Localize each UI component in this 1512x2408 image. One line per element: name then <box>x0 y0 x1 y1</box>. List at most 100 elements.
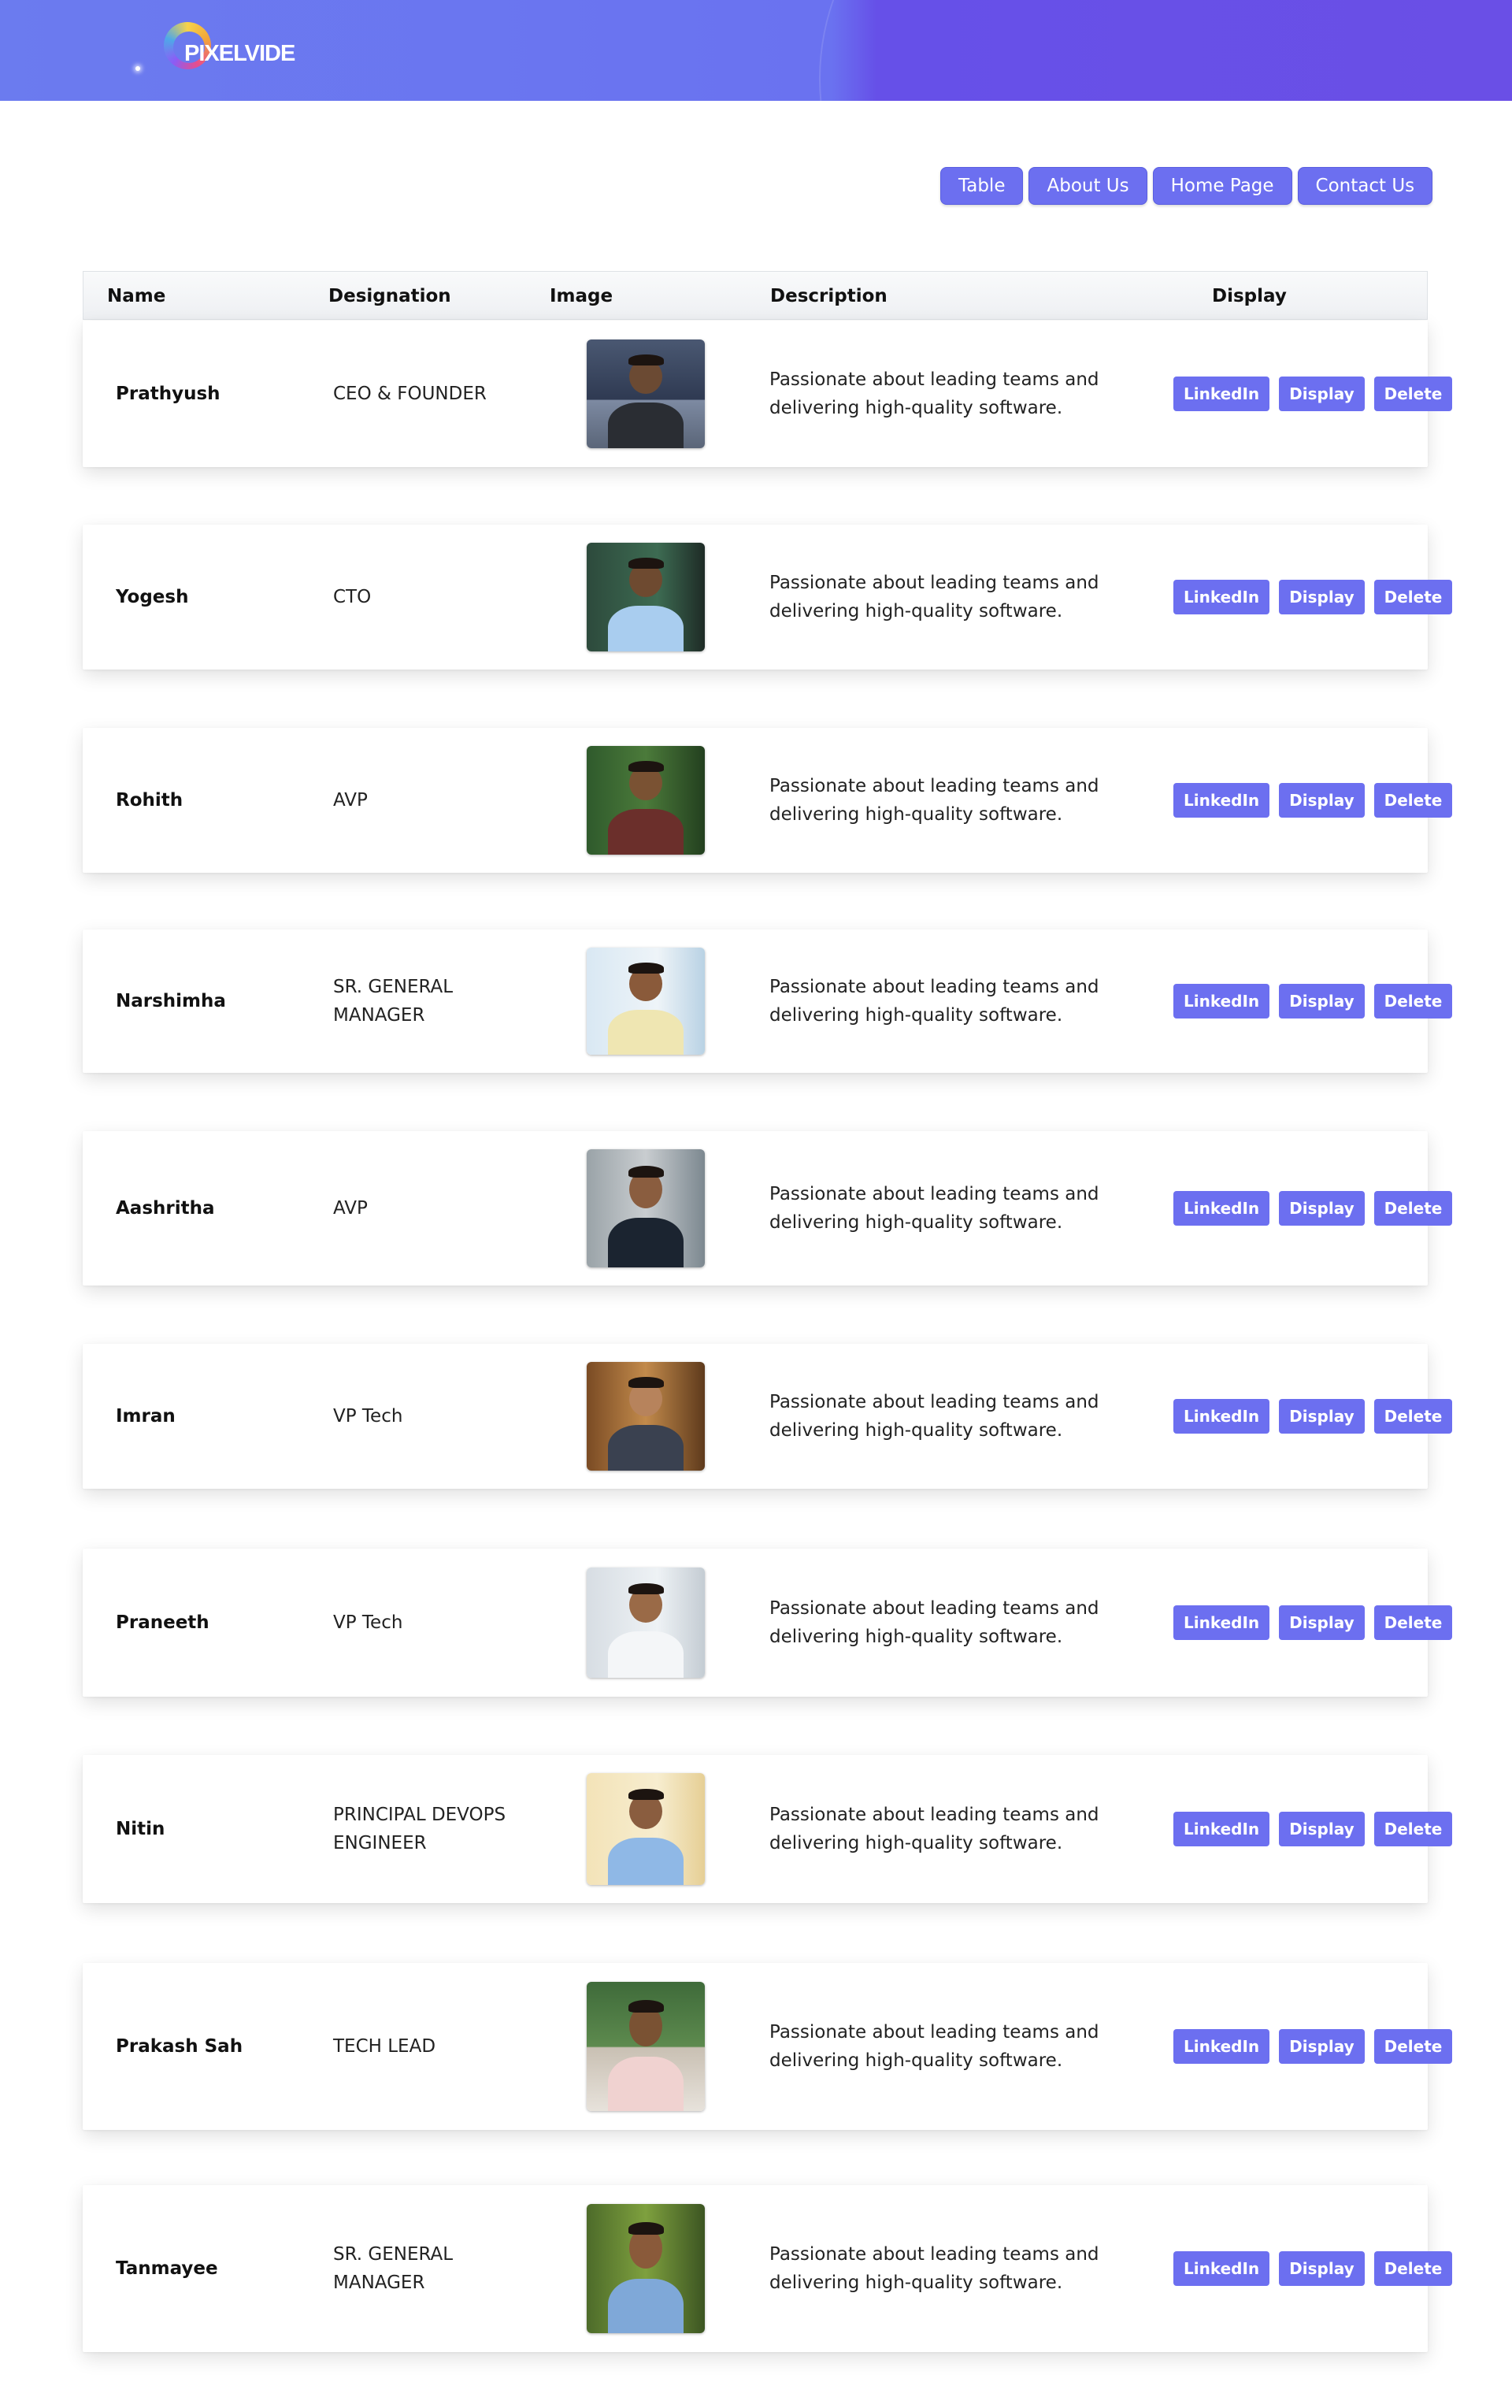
member-name: Yogesh <box>116 587 189 607</box>
member-name: Nitin <box>116 1819 165 1839</box>
display-button[interactable]: Display <box>1279 2029 1365 2064</box>
nav-contact-us-button[interactable]: Contact Us <box>1297 167 1433 205</box>
linkedin-button[interactable]: LinkedIn <box>1173 377 1270 411</box>
delete-button[interactable]: Delete <box>1373 984 1453 1018</box>
column-header-name: Name <box>107 286 166 306</box>
nav-about-us-button[interactable]: About Us <box>1028 167 1147 205</box>
member-description: Passionate about leading teams and deliv… <box>769 977 1099 1026</box>
member-photo <box>587 339 705 448</box>
member-description: Passionate about leading teams and deliv… <box>769 1805 1099 1853</box>
delete-button[interactable]: Delete <box>1373 1399 1453 1434</box>
member-designation: AVP <box>333 1198 368 1219</box>
linkedin-button[interactable]: LinkedIn <box>1173 1399 1270 1434</box>
row-actions: LinkedIn Display Delete <box>1173 1399 1453 1434</box>
member-photo <box>587 1982 705 2111</box>
row-actions: LinkedIn Display Delete <box>1173 580 1453 614</box>
brand-logo[interactable]: PIXELVIDE <box>135 19 309 79</box>
portrait-figure <box>587 543 705 651</box>
member-description: Passionate about leading teams and deliv… <box>769 776 1099 825</box>
member-photo <box>587 1568 705 1678</box>
linkedin-button[interactable]: LinkedIn <box>1173 580 1270 614</box>
display-button[interactable]: Display <box>1279 1399 1365 1434</box>
table-row: Narshimha SR. GENERAL MANAGER Passionate … <box>83 929 1453 1073</box>
member-name: Aashritha <box>116 1198 215 1219</box>
linkedin-button[interactable]: LinkedIn <box>1173 783 1270 818</box>
logo-sparkle-icon <box>135 66 140 71</box>
table-row: Imran VP Tech Passionate about leading te… <box>83 1344 1453 1489</box>
portrait-figure <box>587 2204 705 2333</box>
linkedin-button[interactable]: LinkedIn <box>1173 1812 1270 1846</box>
linkedin-button[interactable]: LinkedIn <box>1173 2251 1270 2286</box>
member-description: Passionate about leading teams and deliv… <box>769 1598 1099 1647</box>
linkedin-button[interactable]: LinkedIn <box>1173 1191 1270 1226</box>
portrait-figure <box>587 948 705 1055</box>
table-row: Tanmayee SR. GENERAL MANAGER Passionate a… <box>83 2185 1453 2352</box>
delete-button[interactable]: Delete <box>1373 1605 1453 1640</box>
table-header: Name Designation Image Description Displ… <box>83 271 1428 320</box>
member-name: Tanmayee <box>116 2258 218 2279</box>
delete-button[interactable]: Delete <box>1373 1191 1453 1226</box>
display-button[interactable]: Display <box>1279 2251 1365 2286</box>
top-header: PIXELVIDE <box>0 0 1512 101</box>
display-button[interactable]: Display <box>1279 984 1365 1018</box>
member-photo <box>587 746 705 855</box>
member-description: Passionate about leading teams and deliv… <box>769 2244 1099 2293</box>
table-row: Rohith AVP Passionate about leading teams… <box>83 728 1453 873</box>
member-photo <box>587 948 705 1055</box>
member-photo <box>587 1362 705 1471</box>
display-button[interactable]: Display <box>1279 1605 1365 1640</box>
row-actions: LinkedIn Display Delete <box>1173 1605 1453 1640</box>
member-designation: SR. GENERAL MANAGER <box>333 2244 454 2293</box>
member-name: Prathyush <box>116 384 220 404</box>
row-actions: LinkedIn Display Delete <box>1173 1191 1453 1226</box>
member-photo <box>587 1149 705 1267</box>
delete-button[interactable]: Delete <box>1373 783 1453 818</box>
column-header-designation: Designation <box>328 286 451 306</box>
delete-button[interactable]: Delete <box>1373 580 1453 614</box>
portrait-figure <box>587 1568 705 1678</box>
member-designation: CEO & FOUNDER <box>333 384 487 404</box>
member-designation: SR. GENERAL MANAGER <box>333 977 454 1026</box>
portrait-figure <box>587 1773 705 1885</box>
nav-home-page-button[interactable]: Home Page <box>1152 167 1292 205</box>
delete-button[interactable]: Delete <box>1373 1812 1453 1846</box>
table-row: Prakash Sah TECH LEAD Passionate about le… <box>83 1963 1453 2130</box>
table-row: Nitin PRINCIPAL DEVOPS ENGINEER Passionat… <box>83 1755 1453 1903</box>
member-designation: VP Tech <box>333 1406 403 1427</box>
display-button[interactable]: Display <box>1279 1812 1365 1846</box>
delete-button[interactable]: Delete <box>1373 377 1453 411</box>
member-name: Narshimha <box>116 991 226 1011</box>
delete-button[interactable]: Delete <box>1373 2251 1453 2286</box>
row-actions: LinkedIn Display Delete <box>1173 2251 1453 2286</box>
portrait-figure <box>587 1362 705 1471</box>
member-description: Passionate about leading teams and deliv… <box>769 2022 1099 2071</box>
member-description: Passionate about leading teams and deliv… <box>769 369 1099 418</box>
portrait-figure <box>587 1982 705 2111</box>
display-button[interactable]: Display <box>1279 377 1365 411</box>
column-header-image: Image <box>550 286 613 306</box>
nav-table-button[interactable]: Table <box>940 167 1024 205</box>
member-designation: AVP <box>333 790 368 811</box>
member-photo <box>587 543 705 651</box>
display-button[interactable]: Display <box>1279 783 1365 818</box>
portrait-figure <box>587 339 705 448</box>
display-button[interactable]: Display <box>1279 1191 1365 1226</box>
member-designation: CTO <box>333 587 372 607</box>
table-row: Prathyush CEO & FOUNDER Passionate about … <box>83 321 1453 467</box>
linkedin-button[interactable]: LinkedIn <box>1173 1605 1270 1640</box>
member-name: Prakash Sah <box>116 2036 243 2057</box>
member-photo <box>587 1773 705 1885</box>
member-name: Praneeth <box>116 1612 209 1633</box>
linkedin-button[interactable]: LinkedIn <box>1173 984 1270 1018</box>
delete-button[interactable]: Delete <box>1373 2029 1453 2064</box>
top-nav: Table About Us Home Page Contact Us <box>940 167 1433 205</box>
row-actions: LinkedIn Display Delete <box>1173 2029 1453 2064</box>
column-header-display: Display <box>1212 286 1287 306</box>
header-decoration <box>819 0 1293 101</box>
table-row: Praneeth VP Tech Passionate about leading… <box>83 1549 1453 1697</box>
display-button[interactable]: Display <box>1279 580 1365 614</box>
row-actions: LinkedIn Display Delete <box>1173 984 1453 1018</box>
linkedin-button[interactable]: LinkedIn <box>1173 2029 1270 2064</box>
member-description: Passionate about leading teams and deliv… <box>769 573 1099 621</box>
member-designation: TECH LEAD <box>333 2036 436 2057</box>
